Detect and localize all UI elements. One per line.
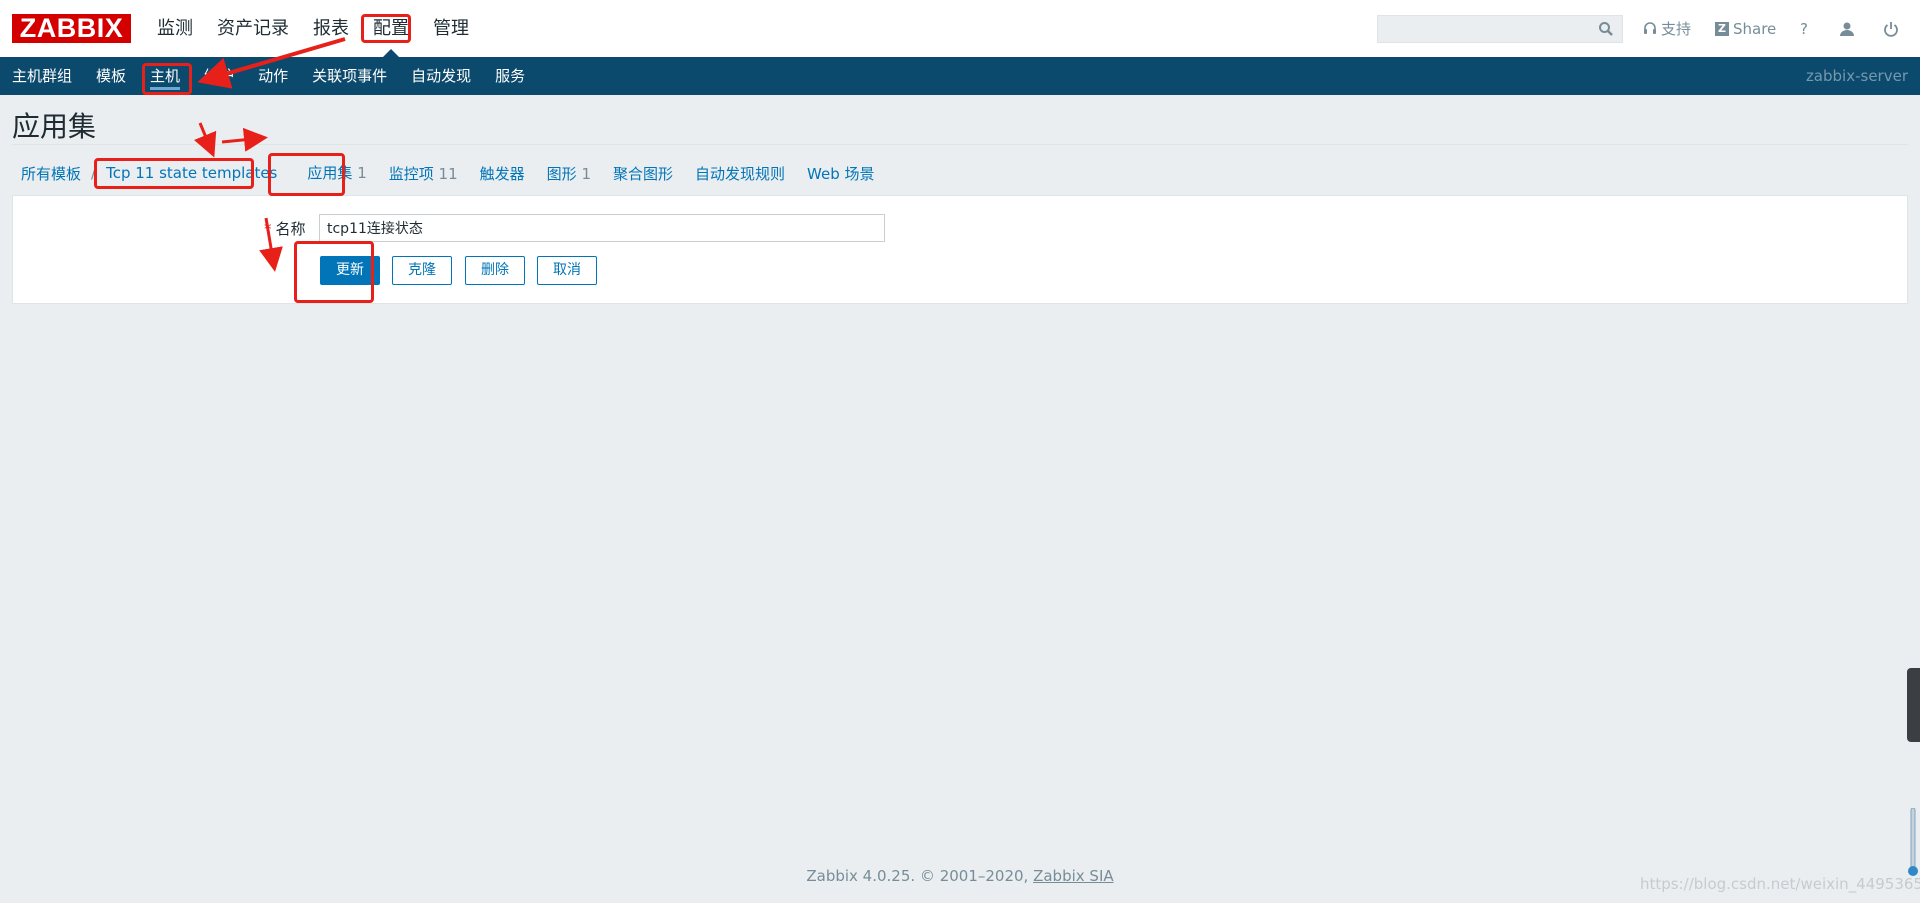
user-icon: [1840, 22, 1854, 36]
logout-link[interactable]: [1883, 0, 1903, 57]
help-link[interactable]: ?: [1800, 0, 1808, 57]
footer: Zabbix 4.0.25. © 2001–2020, Zabbix SIA: [0, 867, 1920, 885]
sub-nav-event-correlation[interactable]: 关联项事件: [300, 57, 399, 95]
tab-items-label: 监控项: [388, 164, 434, 183]
highlight-hosts: [142, 63, 192, 95]
server-name: zabbix-server: [1805, 67, 1908, 85]
help-icon: ?: [1800, 19, 1808, 38]
zabbix-logo[interactable]: ZABBIX: [12, 14, 131, 43]
page-title: 应用集: [12, 110, 97, 143]
sub-nav-templates[interactable]: 模板: [84, 57, 138, 95]
share-link[interactable]: Z Share: [1715, 0, 1776, 57]
side-widget[interactable]: [1907, 668, 1920, 742]
zabbix-share-icon: Z: [1715, 21, 1729, 36]
footer-link[interactable]: Zabbix SIA: [1033, 867, 1114, 885]
top-bar: ZABBIX 监测 资产记录 报表 配置 管理 支持 Z Share ?: [0, 0, 1920, 58]
tab-graphs-count: 1: [581, 164, 591, 183]
required-mark: *: [264, 220, 272, 238]
clone-button[interactable]: 克隆: [392, 256, 452, 285]
breadcrumb-all-templates[interactable]: 所有模板: [12, 163, 90, 184]
footer-text: Zabbix 4.0.25. © 2001–2020,: [806, 867, 1029, 885]
tab-web-scenarios[interactable]: Web 场景: [798, 163, 883, 184]
sub-nav-discovery[interactable]: 自动发现: [399, 57, 483, 95]
title-divider: [12, 144, 1908, 145]
highlight-config: [361, 14, 411, 43]
sub-nav: 主机群组 模板 主机 维护 动作 关联项事件 自动发现 服务 zabbix-se…: [0, 57, 1920, 95]
tab-items-count: 11: [438, 164, 458, 183]
power-icon: [1884, 21, 1898, 37]
sub-nav-services[interactable]: 服务: [483, 57, 537, 95]
tab-triggers[interactable]: 触发器: [471, 163, 534, 184]
tab-graphs[interactable]: 图形 1: [538, 163, 600, 184]
sub-nav-host-groups[interactable]: 主机群组: [0, 57, 84, 95]
sub-nav-actions[interactable]: 动作: [246, 57, 300, 95]
tab-screens[interactable]: 聚合图形: [604, 163, 682, 184]
tab-triggers-label: 触发器: [479, 164, 525, 183]
tab-discovery-rules-label: 自动发现规则: [695, 164, 786, 183]
tab-discovery-rules[interactable]: 自动发现规则: [686, 163, 794, 184]
main-nav: 监测 资产记录 报表 配置 管理: [145, 0, 481, 57]
annotation-arrows: [194, 37, 346, 272]
support-link[interactable]: 支持: [1643, 0, 1691, 57]
name-label: * 名称: [264, 218, 306, 239]
user-profile-link[interactable]: [1839, 0, 1859, 57]
highlight-update-button: [294, 241, 374, 303]
cancel-button[interactable]: 取消: [537, 256, 597, 285]
highlight-applications-tab: [268, 153, 345, 196]
name-field[interactable]: [319, 214, 885, 242]
thermometer-icon: [1908, 808, 1918, 876]
name-label-text: 名称: [275, 220, 306, 238]
headset-icon: [1644, 21, 1656, 34]
tab-applications-count: 1: [357, 163, 367, 182]
share-label: Share: [1733, 19, 1777, 38]
tab-web-scenarios-label: Web 场景: [807, 164, 875, 183]
sub-nav-maintenance[interactable]: 维护: [192, 57, 246, 95]
tab-graphs-label: 图形: [546, 164, 577, 183]
delete-button[interactable]: 删除: [465, 256, 525, 285]
watermark: https://blog.csdn.net/weixin_44953658: [1640, 875, 1920, 893]
main-nav-inventory[interactable]: 资产记录: [205, 0, 301, 57]
tab-items[interactable]: 监控项 11: [380, 163, 467, 184]
search-input[interactable]: [1377, 15, 1623, 43]
highlight-template-crumb: [94, 158, 254, 189]
search-icon[interactable]: [1598, 21, 1614, 37]
tab-screens-label: 聚合图形: [612, 164, 673, 183]
support-label: 支持: [1661, 20, 1692, 38]
main-nav-administration[interactable]: 管理: [421, 0, 481, 57]
main-nav-reports[interactable]: 报表: [301, 0, 361, 57]
main-nav-monitoring[interactable]: 监测: [145, 0, 205, 57]
